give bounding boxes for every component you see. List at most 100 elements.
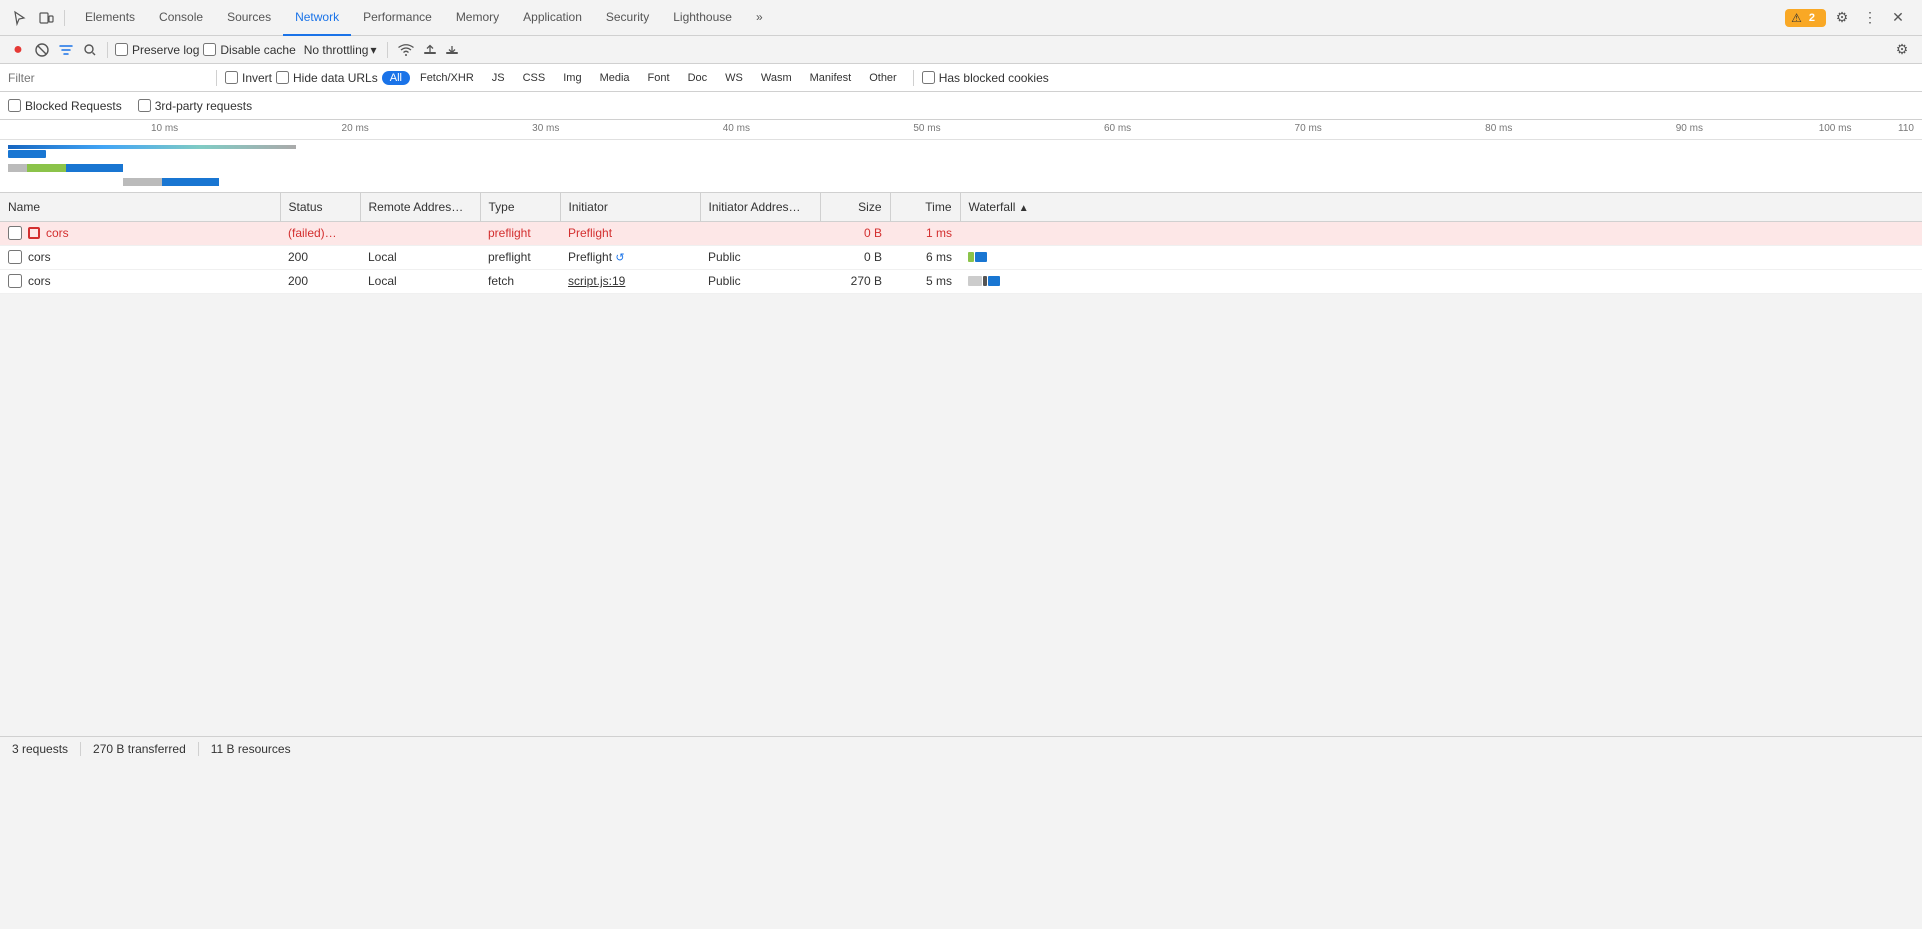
has-blocked-cookies-checkbox[interactable] <box>922 71 935 84</box>
chip-other[interactable]: Other <box>861 71 905 85</box>
col-header-type[interactable]: Type <box>480 193 560 221</box>
col-header-waterfall[interactable]: Waterfall <box>960 193 1922 221</box>
mini-bar-2c <box>66 164 124 172</box>
export-icon[interactable] <box>443 41 461 59</box>
content-area[interactable]: Name Status Remote Addres… Type Initiato… <box>0 193 1922 929</box>
cell-type-2: preflight <box>480 245 560 269</box>
toolbar-sep-2 <box>387 42 388 58</box>
waterfall-overview: 10 ms 20 ms 30 ms 40 ms 50 ms 60 ms 70 m… <box>0 120 1922 193</box>
tab-sources[interactable]: Sources <box>215 0 283 36</box>
blocked-requests-checkbox[interactable] <box>8 99 21 112</box>
tab-lighthouse[interactable]: Lighthouse <box>661 0 744 36</box>
col-header-size[interactable]: Size <box>820 193 890 221</box>
chip-fetch-xhr[interactable]: Fetch/XHR <box>412 71 482 85</box>
row-checkbox-2[interactable] <box>8 250 22 264</box>
cell-name-2: cors <box>0 245 280 269</box>
cell-init-addr-1 <box>700 221 820 245</box>
chip-doc[interactable]: Doc <box>680 71 716 85</box>
chip-ws[interactable]: WS <box>717 71 751 85</box>
filter-sep-1 <box>216 70 217 86</box>
devtools-more-button[interactable]: ⋮ <box>1858 6 1882 30</box>
row-checkbox-3[interactable] <box>8 274 22 288</box>
invert-checkbox[interactable] <box>225 71 238 84</box>
disable-cache-checkbox[interactable] <box>203 43 216 56</box>
network-settings-icon[interactable]: ⚙ <box>1890 38 1914 62</box>
status-bar: 3 requests 270 B transferred 11 B resour… <box>0 736 1922 760</box>
blocked-requests-label[interactable]: Blocked Requests <box>8 99 122 113</box>
has-blocked-cookies-label[interactable]: Has blocked cookies <box>922 71 1049 85</box>
col-header-name[interactable]: Name <box>0 193 280 221</box>
col-header-status[interactable]: Status <box>280 193 360 221</box>
devtools-close-button[interactable]: ✕ <box>1886 6 1910 30</box>
chip-wasm[interactable]: Wasm <box>753 71 800 85</box>
disable-cache-label[interactable]: Disable cache <box>203 43 295 57</box>
cell-waterfall-3 <box>960 269 1922 293</box>
mini-waterfall-area[interactable] <box>0 140 1922 192</box>
table-row[interactable]: cors 200 Local preflight Preflight ↺ Pub… <box>0 245 1922 269</box>
clear-button[interactable] <box>32 40 52 60</box>
cell-status-1: (failed)… <box>280 221 360 245</box>
row-checkbox-1[interactable] <box>8 226 22 240</box>
cell-status-3: 200 <box>280 269 360 293</box>
cell-time-1: 1 ms <box>890 221 960 245</box>
import-icon[interactable] <box>421 41 439 59</box>
cell-type-3: fetch <box>480 269 560 293</box>
tab-memory[interactable]: Memory <box>444 0 511 36</box>
tab-right-controls: ⚠ 2 ⚙ ⋮ ✕ <box>1785 6 1918 30</box>
chip-media[interactable]: Media <box>592 71 638 85</box>
search-icon[interactable] <box>80 40 100 60</box>
wifi-icon[interactable] <box>395 41 417 59</box>
blocked-bar: Blocked Requests 3rd-party requests <box>0 92 1922 120</box>
status-sep-2 <box>198 742 199 756</box>
tick-60ms: 60 ms <box>1104 123 1131 134</box>
preserve-log-checkbox[interactable] <box>115 43 128 56</box>
col-header-initiator[interactable]: Initiator <box>560 193 700 221</box>
chip-css[interactable]: CSS <box>515 71 554 85</box>
filter-bar: Invert Hide data URLs All Fetch/XHR JS C… <box>0 64 1922 92</box>
mini-overview-bar <box>8 145 296 149</box>
tab-application[interactable]: Application <box>511 0 594 36</box>
tab-divider-1 <box>64 10 65 26</box>
chip-js[interactable]: JS <box>484 71 513 85</box>
record-button[interactable]: ● <box>8 40 28 60</box>
toolbar-sep-1 <box>107 42 108 58</box>
tab-security[interactable]: Security <box>594 0 661 36</box>
chip-all[interactable]: All <box>382 71 410 85</box>
col-header-time[interactable]: Time <box>890 193 960 221</box>
col-header-remote[interactable]: Remote Addres… <box>360 193 480 221</box>
throttle-selector[interactable]: No throttling ▾ <box>300 43 381 57</box>
third-party-label[interactable]: 3rd-party requests <box>138 99 252 113</box>
device-icon[interactable] <box>34 6 58 30</box>
cell-time-3: 5 ms <box>890 269 960 293</box>
filter-icon[interactable] <box>56 40 76 60</box>
chip-img[interactable]: Img <box>555 71 589 85</box>
tab-console[interactable]: Console <box>147 0 215 36</box>
table-row[interactable]: cors 200 Local fetch script.js:19 Public… <box>0 269 1922 293</box>
third-party-checkbox[interactable] <box>138 99 151 112</box>
hide-data-urls-label[interactable]: Hide data URLs <box>276 71 378 85</box>
col-header-init-addr[interactable]: Initiator Addres… <box>700 193 820 221</box>
tab-elements[interactable]: Elements <box>73 0 147 36</box>
issues-badge[interactable]: ⚠ 2 <box>1785 9 1826 27</box>
wf-bar-blue-3 <box>988 276 1000 286</box>
tick-90ms: 90 ms <box>1676 123 1703 134</box>
filter-input[interactable] <box>8 71 208 85</box>
tick-30ms: 30 ms <box>532 123 559 134</box>
invert-label[interactable]: Invert <box>225 71 272 85</box>
tab-network[interactable]: Network <box>283 0 351 36</box>
cursor-icon[interactable] <box>8 6 32 30</box>
preserve-log-label[interactable]: Preserve log <box>115 43 199 57</box>
cell-size-3: 270 B <box>820 269 890 293</box>
mini-bar-2b <box>27 164 65 172</box>
hide-data-urls-checkbox[interactable] <box>276 71 289 84</box>
tab-more[interactable]: » <box>744 0 775 36</box>
cell-type-1: preflight <box>480 221 560 245</box>
tab-performance[interactable]: Performance <box>351 0 444 36</box>
table-row[interactable]: cors (failed)… preflight Preflight 0 B 1… <box>0 221 1922 245</box>
cell-waterfall-2 <box>960 245 1922 269</box>
devtools-settings-button[interactable]: ⚙ <box>1830 6 1854 30</box>
cell-name-1: cors <box>0 221 280 245</box>
tick-20ms: 20 ms <box>342 123 369 134</box>
chip-manifest[interactable]: Manifest <box>802 71 860 85</box>
chip-font[interactable]: Font <box>640 71 678 85</box>
